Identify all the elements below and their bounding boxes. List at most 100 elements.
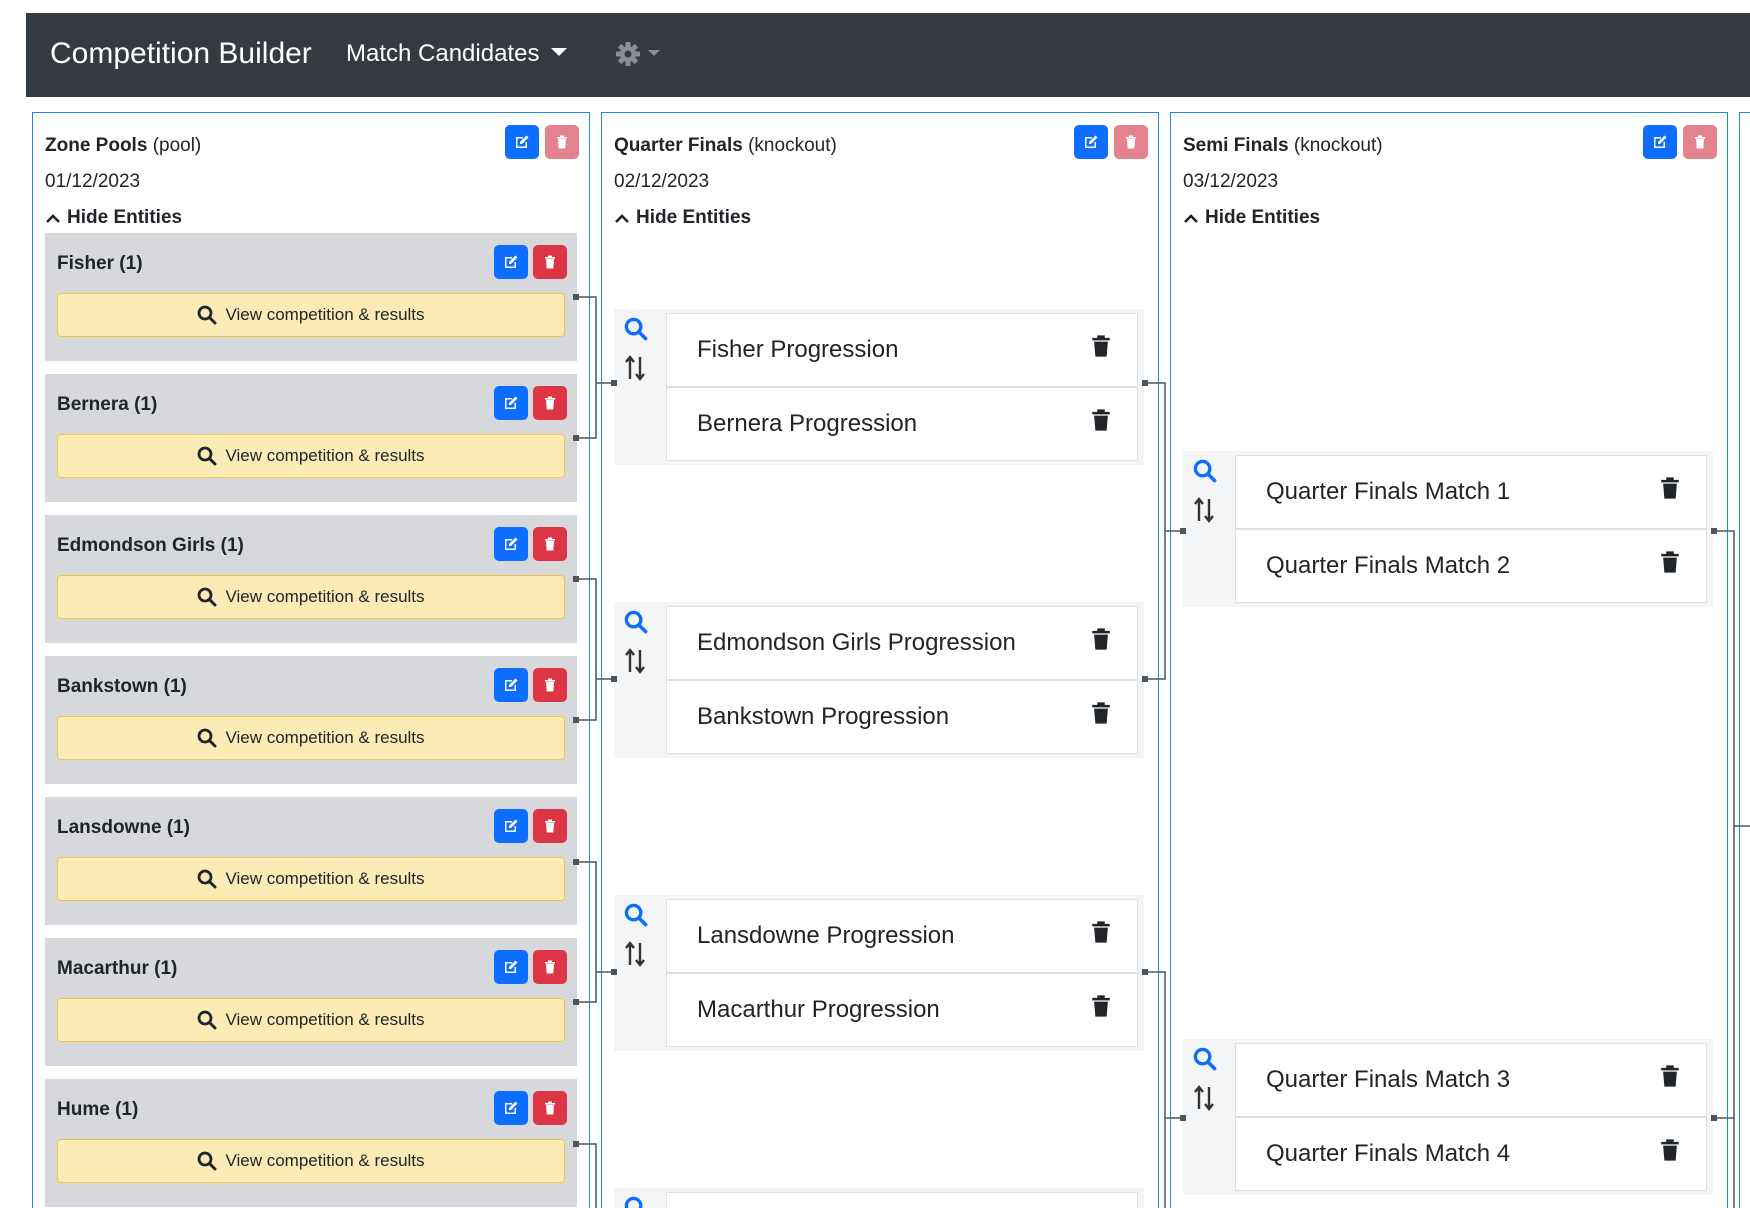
edit-icon — [505, 819, 518, 832]
trash-icon[interactable] — [1660, 1064, 1680, 1088]
search-icon — [198, 305, 217, 325]
view-match-button[interactable] — [624, 1196, 648, 1208]
swap-vertical-icon[interactable] — [624, 941, 646, 967]
match-entry-label: Edmondson Girls Progression — [697, 629, 1016, 656]
edit-pool-button[interactable] — [494, 809, 528, 843]
app-brand[interactable]: Competition Builder — [50, 37, 312, 71]
stage-date: 02/12/2023 — [614, 171, 710, 192]
match-entry[interactable]: Macarthur Progression — [666, 973, 1138, 1047]
hide-entities-toggle[interactable]: Hide Entities — [1183, 207, 1320, 229]
delete-stage-button[interactable] — [1114, 125, 1148, 159]
view-competition-results-button[interactable]: View competition & results — [57, 1139, 565, 1183]
trash-icon[interactable] — [1091, 701, 1111, 725]
trash-icon[interactable] — [1091, 627, 1111, 651]
settings-dropdown[interactable] — [616, 41, 666, 67]
pool-name: Bankstown (1) — [57, 676, 187, 697]
match-entry-label: Macarthur Progression — [697, 996, 940, 1023]
swap-entries-button[interactable] — [624, 355, 646, 386]
view-competition-results-button[interactable]: View competition & results — [57, 998, 565, 1042]
trash-icon[interactable] — [1660, 1138, 1680, 1162]
pool-name: Macarthur (1) — [57, 958, 178, 979]
trash-icon[interactable] — [1660, 476, 1680, 500]
edit-icon — [505, 678, 518, 691]
match-entry[interactable]: Quarter Finals Match 3 — [1235, 1043, 1707, 1117]
edit-stage-button[interactable] — [505, 125, 539, 159]
match-entry[interactable]: Fisher Progression — [666, 313, 1138, 387]
view-match-button[interactable] — [624, 317, 648, 346]
match-candidates-dropdown[interactable]: Match Candidates — [346, 40, 568, 68]
stage-column-quarter-finals: Quarter Finals (knockout) 02/12/2023 Hid… — [601, 112, 1159, 1208]
stage-column-semi-finals: Semi Finals (knockout) 03/12/2023 Hide E… — [1170, 112, 1728, 1208]
match-entry[interactable]: Edmondson Girls Progression — [666, 606, 1138, 680]
edit-icon — [1654, 135, 1667, 148]
match-controls — [1183, 451, 1235, 607]
edit-stage-button[interactable] — [1643, 125, 1677, 159]
trash-icon — [545, 537, 555, 551]
match-entry[interactable]: Quarter Finals Match 1 — [1235, 455, 1707, 529]
view-competition-results-button[interactable]: View competition & results — [57, 575, 565, 619]
match-controls — [614, 309, 666, 465]
swap-vertical-icon[interactable] — [1193, 497, 1215, 523]
trash-icon[interactable] — [1091, 334, 1111, 358]
match-entry[interactable]: Bernera Progression — [666, 387, 1138, 461]
search-icon — [198, 1151, 217, 1171]
swap-vertical-icon[interactable] — [624, 648, 646, 674]
trash-icon[interactable] — [1091, 408, 1111, 432]
delete-stage-button[interactable] — [1683, 125, 1717, 159]
view-competition-results-button[interactable]: View competition & results — [57, 293, 565, 337]
edit-pool-button[interactable] — [494, 1091, 528, 1125]
edit-pool-button[interactable] — [494, 950, 528, 984]
delete-pool-button[interactable] — [533, 527, 567, 561]
edit-stage-button[interactable] — [1074, 125, 1108, 159]
view-competition-results-button[interactable]: View competition & results — [57, 857, 565, 901]
caret-down-icon — [648, 50, 660, 56]
view-match-button[interactable] — [624, 903, 648, 932]
view-competition-results-label: View competition & results — [225, 446, 425, 465]
chevron-up-icon — [615, 214, 629, 223]
match-entry[interactable] — [666, 1192, 1138, 1208]
match-entry-label: Bankstown Progression — [697, 703, 950, 730]
delete-pool-button[interactable] — [533, 668, 567, 702]
delete-stage-button[interactable] — [545, 125, 579, 159]
swap-entries-button[interactable] — [1193, 1085, 1215, 1116]
swap-vertical-icon[interactable] — [624, 355, 646, 381]
stage-column-next — [1739, 112, 1750, 1208]
search-icon — [198, 869, 217, 889]
match-entry[interactable]: Quarter Finals Match 4 — [1235, 1117, 1707, 1191]
trash-icon — [545, 255, 555, 269]
search-icon — [624, 903, 648, 927]
match-entry[interactable]: Quarter Finals Match 2 — [1235, 529, 1707, 603]
trash-icon[interactable] — [1091, 920, 1111, 944]
swap-entries-button[interactable] — [1193, 497, 1215, 528]
match-entry[interactable]: Bankstown Progression — [666, 680, 1138, 754]
hide-entities-toggle[interactable]: Hide Entities — [614, 207, 751, 229]
delete-pool-button[interactable] — [533, 386, 567, 420]
edit-icon — [505, 396, 518, 409]
edit-pool-button[interactable] — [494, 386, 528, 420]
delete-pool-button[interactable] — [533, 809, 567, 843]
trash-icon — [545, 819, 555, 833]
hide-entities-toggle[interactable]: Hide Entities — [45, 207, 182, 229]
match-entry[interactable]: Lansdowne Progression — [666, 899, 1138, 973]
swap-entries-button[interactable] — [624, 941, 646, 972]
pool-card: Edmondson Girls (1) View competition & re… — [45, 515, 577, 643]
view-match-button[interactable] — [1193, 459, 1217, 488]
view-competition-results-button[interactable]: View competition & results — [57, 716, 565, 760]
view-match-button[interactable] — [1193, 1047, 1217, 1076]
trash-icon[interactable] — [1091, 994, 1111, 1018]
delete-pool-button[interactable] — [533, 950, 567, 984]
match-card: Quarter Finals Match 3 Quarter Finals Mat… — [1183, 1039, 1713, 1195]
view-competition-results-button[interactable]: View competition & results — [57, 434, 565, 478]
delete-pool-button[interactable] — [533, 245, 567, 279]
edit-pool-button[interactable] — [494, 245, 528, 279]
delete-pool-button[interactable] — [533, 1091, 567, 1125]
trash-icon — [557, 135, 567, 149]
pool-card: Lansdowne (1) View competition & results — [45, 797, 577, 925]
trash-icon[interactable] — [1660, 550, 1680, 574]
edit-pool-button[interactable] — [494, 527, 528, 561]
swap-entries-button[interactable] — [624, 648, 646, 679]
view-match-button[interactable] — [624, 610, 648, 639]
swap-vertical-icon[interactable] — [1193, 1085, 1215, 1111]
caret-down-icon — [551, 48, 568, 56]
edit-pool-button[interactable] — [494, 668, 528, 702]
